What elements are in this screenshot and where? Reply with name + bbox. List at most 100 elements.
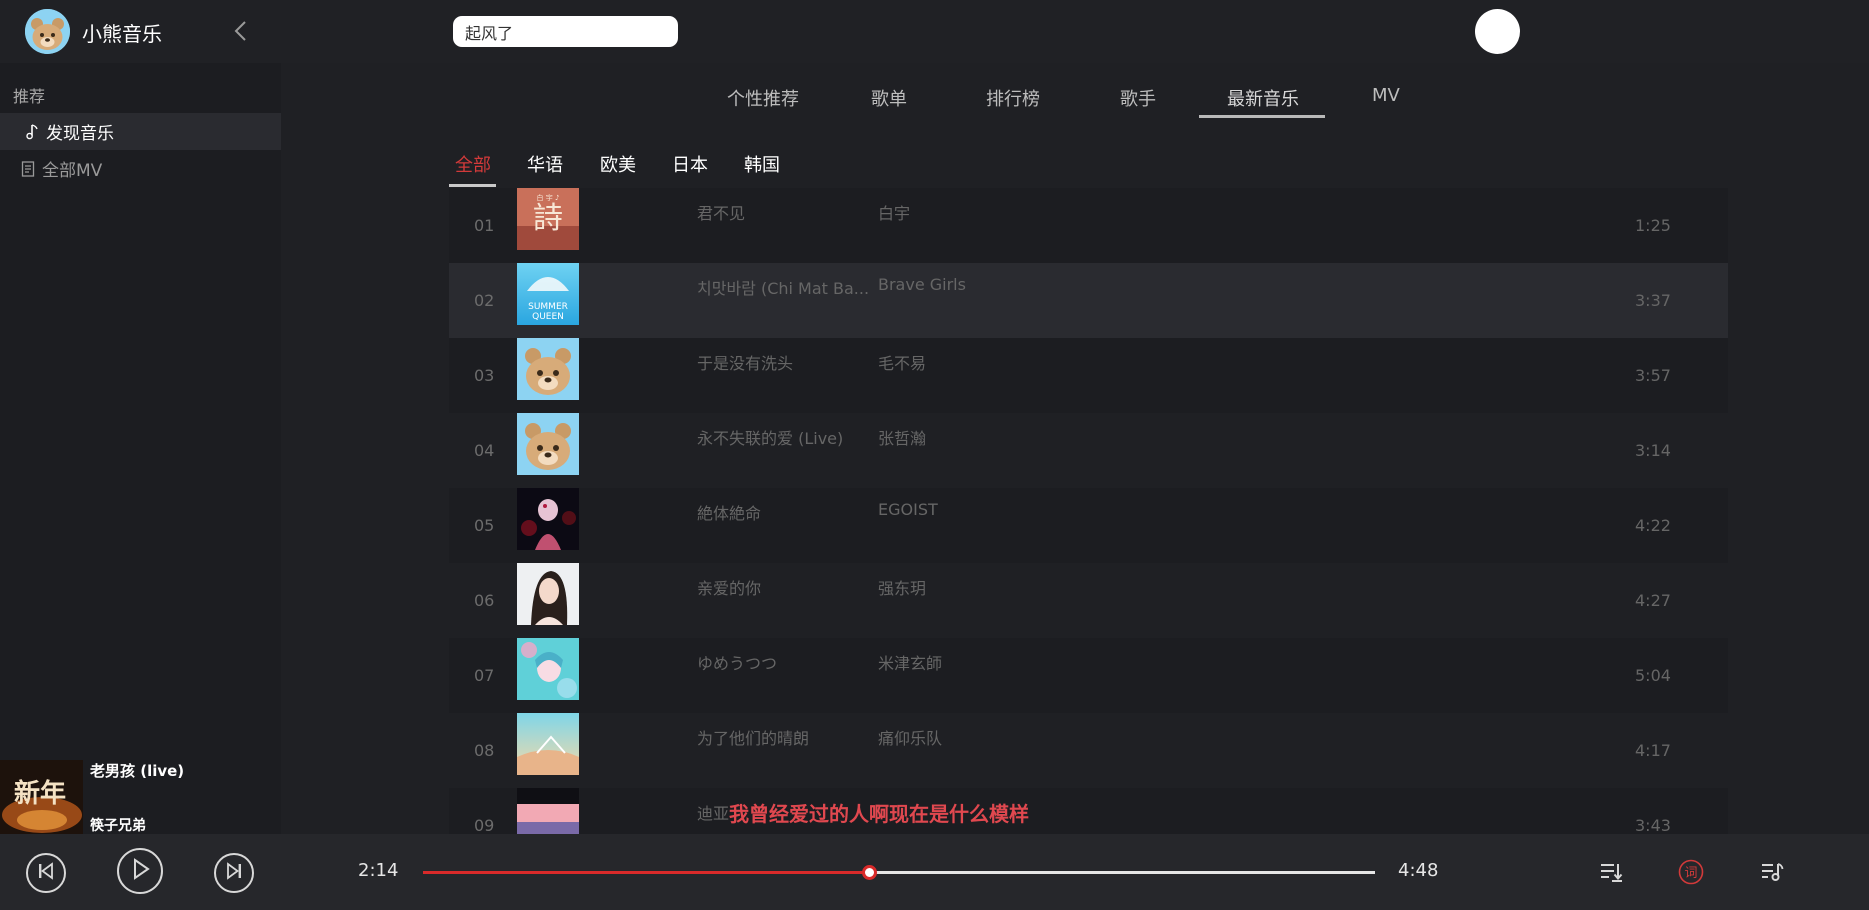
song-artist[interactable]: 毛不易 [878,350,926,374]
desktop-lyric: 我曾经爱过的人啊现在是什么模样 [729,802,1029,826]
table-row[interactable]: 03 于是没有洗头 毛不易 3:57 [449,338,1728,413]
song-title: 为了他们的晴朗 [697,729,810,748]
song-cover[interactable] [517,488,579,550]
sidebar-item-label: 全部MV [42,161,103,181]
song-cover[interactable]: 詩 白 宇 ♪ [517,188,579,250]
song-cover[interactable]: SUMMER QUEEN [517,263,579,325]
tab-charts[interactable]: 排行榜 [986,85,1040,111]
now-playing-panel[interactable]: 新年 老男孩 (live) 筷子兄弟 [0,760,281,834]
now-playing-title: 老男孩 (live) [90,762,185,780]
skip-next-icon [225,862,243,884]
sidebar-item-label: 发现音乐 [46,124,114,144]
svg-text:QUEEN: QUEEN [532,312,564,322]
sidebar-section-label: 推荐 [13,87,46,106]
music-note-icon [24,123,40,140]
song-cover[interactable] [517,713,579,775]
sidebar-item-all-mv[interactable]: 全部MV [0,150,281,187]
table-row[interactable]: 07 ゆめうつつ 米津玄師 5:04 [449,638,1728,713]
table-row[interactable]: 02 SUMMER QUEEN 치맛바람 (Chi Mat Ba... Brav… [449,263,1728,338]
subtab-all[interactable]: 全部 [455,151,491,177]
sidebar: 推荐 发现音乐 全部MV 新年 老男孩 (live) 筷子兄弟 [0,63,281,834]
song-artist[interactable]: 强东玥 [878,575,926,599]
search-input[interactable] [453,16,678,47]
now-playing-cover[interactable]: 新年 [0,760,83,834]
svg-text:SUMMER: SUMMER [528,302,568,312]
playlist-queue-icon[interactable] [1597,858,1625,886]
now-playing-artist: 筷子兄弟 [90,818,146,834]
tab-personal-recommend[interactable]: 个性推荐 [727,85,799,111]
song-artist[interactable]: 米津玄師 [878,650,942,674]
app-header: 小熊音乐 [0,0,1869,63]
document-icon [20,160,36,177]
table-row[interactable]: 05 絶体絶命 EGOIST 4:22 [449,488,1728,563]
song-title: 永不失联的爱 (Live) [697,429,844,448]
subtab-korea[interactable]: 韩国 [744,151,780,177]
subtab-chinese[interactable]: 华语 [527,151,563,177]
tab-mv[interactable]: MV [1372,85,1400,106]
song-artist[interactable]: Brave Girls [878,275,966,294]
total-time: 4:48 [1398,860,1439,881]
svg-text:新年: 新年 [14,778,66,809]
next-button[interactable] [214,853,254,893]
song-artist[interactable]: 痛仰乐队 [878,725,942,749]
song-list: 01 詩 白 宇 ♪ 君不见 白宇 1:25 02 SUMMER QUEEN 치… [449,188,1728,834]
sidebar-item-discover-music[interactable]: 发现音乐 [0,113,281,150]
progress-handle[interactable] [862,865,878,880]
song-cover-bear-icon[interactable] [517,413,579,475]
song-cover-bear-icon[interactable] [517,338,579,400]
song-number: 06 [474,591,495,610]
song-title: 君不见 [697,204,746,223]
tab-playlists[interactable]: 歌单 [871,85,907,111]
svg-text:白 宇 ♪: 白 宇 ♪ [537,193,560,202]
song-number: 07 [474,666,495,685]
active-tab-underline [1199,115,1325,118]
song-duration: 3:43 [1635,816,1671,834]
song-duration: 4:17 [1635,741,1671,760]
table-row[interactable]: 09 迪亚 3:43 [449,788,1728,834]
app-logo-bear-icon [25,9,70,54]
song-title: 于是没有洗头 [697,354,794,373]
table-row[interactable]: 04 永不失联的爱 (Live) 张哲瀚 3:14 [449,413,1728,488]
main-tab-bar: 个性推荐 歌单 排行榜 歌手 最新音乐 MV [281,63,1869,120]
svg-text:词: 词 [1684,866,1697,881]
table-row[interactable]: 06 亲爱的你 强东玥 4:27 [449,563,1728,638]
play-icon [130,858,150,884]
song-number: 05 [474,516,495,535]
song-duration: 3:57 [1635,366,1671,385]
song-duration: 1:25 [1635,216,1671,235]
current-time: 2:14 [358,860,399,881]
lyric-toggle-button[interactable]: 词 [1677,858,1705,886]
song-cover[interactable] [517,788,579,834]
back-chevron-icon[interactable] [228,18,252,44]
active-subtab-underline [449,184,496,187]
progress-bar[interactable] [423,865,1375,880]
song-duration: 3:14 [1635,441,1671,460]
table-row[interactable]: 08 为了他们的晴朗 痛仰乐队 4:17 [449,713,1728,788]
song-title: 치맛바람 (Chi Mat Ba... [697,279,870,298]
table-row[interactable]: 01 詩 白 宇 ♪ 君不见 白宇 1:25 [449,188,1728,263]
song-duration: 4:22 [1635,516,1671,535]
progress-fill [423,871,870,874]
music-list-icon[interactable] [1758,858,1786,886]
skip-previous-icon [37,862,55,884]
play-button[interactable] [117,848,163,894]
subtab-western[interactable]: 欧美 [600,151,636,177]
song-title: 絶体絶命 [697,504,762,523]
app-title: 小熊音乐 [82,22,162,46]
user-avatar[interactable] [1475,9,1520,54]
song-number: 08 [474,741,495,760]
tab-artists[interactable]: 歌手 [1120,85,1156,111]
svg-text:詩: 詩 [533,201,563,236]
song-number: 09 [474,816,495,834]
tab-new-music[interactable]: 最新音乐 [1227,85,1299,111]
song-artist[interactable]: EGOIST [878,500,938,519]
song-cover[interactable] [517,563,579,625]
song-cover[interactable] [517,638,579,700]
song-number: 01 [474,216,495,235]
subtab-japan[interactable]: 日本 [672,151,708,177]
song-number: 02 [474,291,495,310]
previous-button[interactable] [26,853,66,893]
song-duration: 4:27 [1635,591,1671,610]
song-artist[interactable]: 白宇 [878,200,910,224]
song-artist[interactable]: 张哲瀚 [878,425,926,449]
